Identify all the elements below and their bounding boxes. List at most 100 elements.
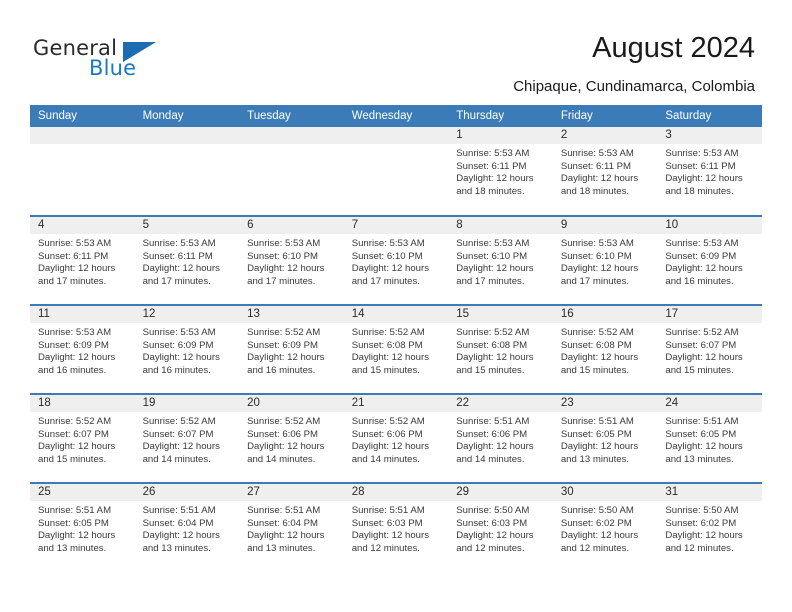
calendar-day-cell[interactable]: 18 Sunrise: 5:52 AM Sunset: 6:07 PM Dayligh… [30,393,135,483]
sunset-text: Sunset: 6:11 PM [142,250,213,262]
day-cell-inner: 19 Sunrise: 5:52 AM Sunset: 6:07 PM Dayligh… [134,395,240,482]
day-cell-inner: 20 Sunrise: 5:52 AM Sunset: 6:06 PM Dayligh… [239,395,344,482]
day-number: 3 [657,127,762,144]
day-number: 22 [448,395,553,412]
calendar-day-cell[interactable]: 9 Sunrise: 5:53 AM Sunset: 6:10 PM Daylight… [552,215,658,305]
sunset-text: Sunset: 6:08 PM [351,339,423,351]
weekday-header-monday: Monday [134,105,240,127]
daylight-text: Daylight: 12 hours [247,530,325,542]
calendar-day-cell[interactable]: 28 Sunrise: 5:51 AM Sunset: 6:03 PM Dayligh… [343,482,449,572]
sun-info: Sunrise: 5:53 AM Sunset: 6:10 PM Daylight:… [344,234,449,288]
calendar-day-cell[interactable]: 19 Sunrise: 5:52 AM Sunset: 6:07 PM Dayligh… [134,393,240,483]
sun-info: Sunrise: 5:53 AM Sunset: 6:10 PM Daylight:… [239,234,344,288]
calendar-day-cell[interactable]: 12 Sunrise: 5:53 AM Sunset: 6:09 PM Dayligh… [134,304,240,394]
general-blue-logo[interactable]: General Blue [33,36,213,86]
calendar-day-cell[interactable]: 15 Sunrise: 5:52 AM Sunset: 6:08 PM Dayligh… [448,304,553,394]
weekday-header-sunday: Sunday [30,105,135,127]
sunrise-text: Sunrise: 5:52 AM [142,416,216,427]
day-number: 28 [343,484,449,501]
daylight-text: and 17 minutes. [560,275,630,287]
calendar-day-cell[interactable]: 2 Sunrise: 5:53 AM Sunset: 6:11 PM Daylight… [552,127,658,216]
calendar-day-cell[interactable]: 3 Sunrise: 5:53 AM Sunset: 6:11 PM Daylight… [657,127,762,216]
daylight-text: Daylight: 12 hours [142,263,220,275]
sun-info: Sunrise: 5:53 AM Sunset: 6:11 PM Daylight:… [448,144,553,198]
daylight-text: and 12 minutes. [665,542,734,554]
calendar-day-cell[interactable]: 26 Sunrise: 5:51 AM Sunset: 6:04 PM Dayligh… [134,482,240,572]
day-number: 8 [448,217,553,234]
calendar-day-cell[interactable]: 6 Sunrise: 5:53 AM Sunset: 6:10 PM Daylight… [239,215,344,305]
sunset-text: Sunset: 6:03 PM [351,517,423,529]
sunrise-text: Sunrise: 5:51 AM [38,505,112,516]
calendar-day-cell[interactable]: 14 Sunrise: 5:52 AM Sunset: 6:08 PM Dayligh… [343,304,449,394]
sunrise-text: Sunrise: 5:53 AM [142,327,216,338]
calendar-day-cell[interactable]: 24 Sunrise: 5:51 AM Sunset: 6:05 PM Dayligh… [657,393,762,483]
day-number: 21 [343,395,449,412]
day-number [343,127,449,144]
calendar-header-row: Sunday Monday Tuesday Wednesday Thursday Frid… [30,105,762,127]
sunrise-text: Sunrise: 5:53 AM [560,238,634,249]
sunset-text: Sunset: 6:11 PM [665,160,736,172]
day-cell-inner: 13 Sunrise: 5:52 AM Sunset: 6:09 PM Dayligh… [239,306,344,393]
day-cell-inner: 1 Sunrise: 5:53 AM Sunset: 6:11 PM Daylight… [448,127,553,215]
sunrise-text: Sunrise: 5:51 AM [247,505,321,516]
day-number: 15 [448,306,553,323]
calendar-day-cell[interactable]: 8 Sunrise: 5:53 AM Sunset: 6:10 PM Daylight… [448,215,553,305]
daylight-text: Daylight: 12 hours [38,441,116,453]
calendar-day-cell[interactable]: 16 Sunrise: 5:52 AM Sunset: 6:08 PM Dayligh… [552,304,658,394]
calendar-day-cell[interactable]: 31 Sunrise: 5:50 AM Sunset: 6:02 PM Dayligh… [657,482,762,572]
calendar-week-row: 4 Sunrise: 5:53 AM Sunset: 6:11 PM Daylight… [30,215,762,305]
sun-info: Sunrise: 5:53 AM Sunset: 6:09 PM Daylight:… [30,323,135,377]
calendar-day-cell[interactable]: 13 Sunrise: 5:52 AM Sunset: 6:09 PM Dayligh… [239,304,344,394]
sunrise-text: Sunrise: 5:53 AM [247,238,321,249]
sunset-text: Sunset: 6:10 PM [560,250,632,262]
sun-info: Sunrise: 5:53 AM Sunset: 6:11 PM Daylight:… [135,234,240,288]
sunset-text: Sunset: 6:04 PM [247,517,319,529]
calendar-day-cell[interactable]: 20 Sunrise: 5:52 AM Sunset: 6:06 PM Dayligh… [239,393,344,483]
calendar-day-cell[interactable]: 27 Sunrise: 5:51 AM Sunset: 6:04 PM Dayligh… [239,482,344,572]
sunrise-text: Sunrise: 5:53 AM [456,238,530,249]
sunset-text: Sunset: 6:08 PM [560,339,632,351]
day-number: 1 [448,127,553,144]
day-number: 29 [448,484,553,501]
sunset-text: Sunset: 6:03 PM [456,517,528,529]
calendar-page: General Blue August 2024 Chipaque, Cundi… [0,0,792,612]
sun-info: Sunrise: 5:50 AM Sunset: 6:02 PM Daylight:… [657,501,762,555]
calendar-day-cell[interactable]: 30 Sunrise: 5:50 AM Sunset: 6:02 PM Dayligh… [552,482,658,572]
sunrise-text: Sunrise: 5:52 AM [456,327,530,338]
daylight-text: Daylight: 12 hours [665,441,743,453]
daylight-text: Daylight: 12 hours [456,173,534,185]
daylight-text: Daylight: 12 hours [142,441,220,453]
calendar-day-cell[interactable]: 10 Sunrise: 5:53 AM Sunset: 6:09 PM Dayligh… [657,215,762,305]
daylight-text: and 13 minutes. [38,542,107,554]
daylight-text: and 18 minutes. [665,185,734,197]
sun-info: Sunrise: 5:52 AM Sunset: 6:07 PM Daylight:… [30,412,135,466]
weekday-header-wednesday: Wednesday [343,105,449,127]
day-cell-inner: 29 Sunrise: 5:50 AM Sunset: 6:03 PM Dayligh… [448,484,553,572]
daylight-text: and 17 minutes. [456,275,525,287]
calendar-day-cell[interactable]: 4 Sunrise: 5:53 AM Sunset: 6:11 PM Daylight… [30,215,135,305]
calendar-day-cell[interactable]: 21 Sunrise: 5:52 AM Sunset: 6:06 PM Dayligh… [343,393,449,483]
weekday-header-tuesday: Tuesday [239,105,344,127]
day-number: 12 [134,306,240,323]
daylight-text: and 17 minutes. [142,275,211,287]
calendar-day-cell[interactable]: 22 Sunrise: 5:51 AM Sunset: 6:06 PM Dayligh… [448,393,553,483]
calendar-day-cell-empty [30,127,135,216]
sun-info: Sunrise: 5:51 AM Sunset: 6:05 PM Daylight:… [30,501,135,555]
calendar-day-cell[interactable]: 7 Sunrise: 5:53 AM Sunset: 6:10 PM Daylight… [343,215,449,305]
sunset-text: Sunset: 6:02 PM [665,517,737,529]
day-cell-inner: 14 Sunrise: 5:52 AM Sunset: 6:08 PM Dayligh… [343,306,449,393]
calendar-day-cell[interactable]: 1 Sunrise: 5:53 AM Sunset: 6:11 PM Daylight… [448,127,553,216]
sunset-text: Sunset: 6:09 PM [247,339,319,351]
calendar-day-cell[interactable]: 17 Sunrise: 5:52 AM Sunset: 6:07 PM Dayligh… [657,304,762,394]
calendar-day-cell[interactable]: 29 Sunrise: 5:50 AM Sunset: 6:03 PM Dayligh… [448,482,553,572]
daylight-text: and 14 minutes. [142,453,211,465]
calendar-week-row: 18 Sunrise: 5:52 AM Sunset: 6:07 PM Dayligh… [30,393,762,483]
calendar-day-cell-empty [239,127,344,216]
day-cell-inner: 28 Sunrise: 5:51 AM Sunset: 6:03 PM Dayligh… [343,484,449,572]
calendar-day-cell[interactable]: 23 Sunrise: 5:51 AM Sunset: 6:05 PM Dayligh… [552,393,658,483]
calendar-day-cell[interactable]: 11 Sunrise: 5:53 AM Sunset: 6:09 PM Dayligh… [30,304,135,394]
sun-info: Sunrise: 5:52 AM Sunset: 6:09 PM Daylight:… [239,323,344,377]
calendar-day-cell[interactable]: 5 Sunrise: 5:53 AM Sunset: 6:11 PM Daylight… [134,215,240,305]
calendar-day-cell[interactable]: 25 Sunrise: 5:51 AM Sunset: 6:05 PM Dayligh… [30,482,135,572]
day-cell-inner: 31 Sunrise: 5:50 AM Sunset: 6:02 PM Dayligh… [657,484,762,572]
